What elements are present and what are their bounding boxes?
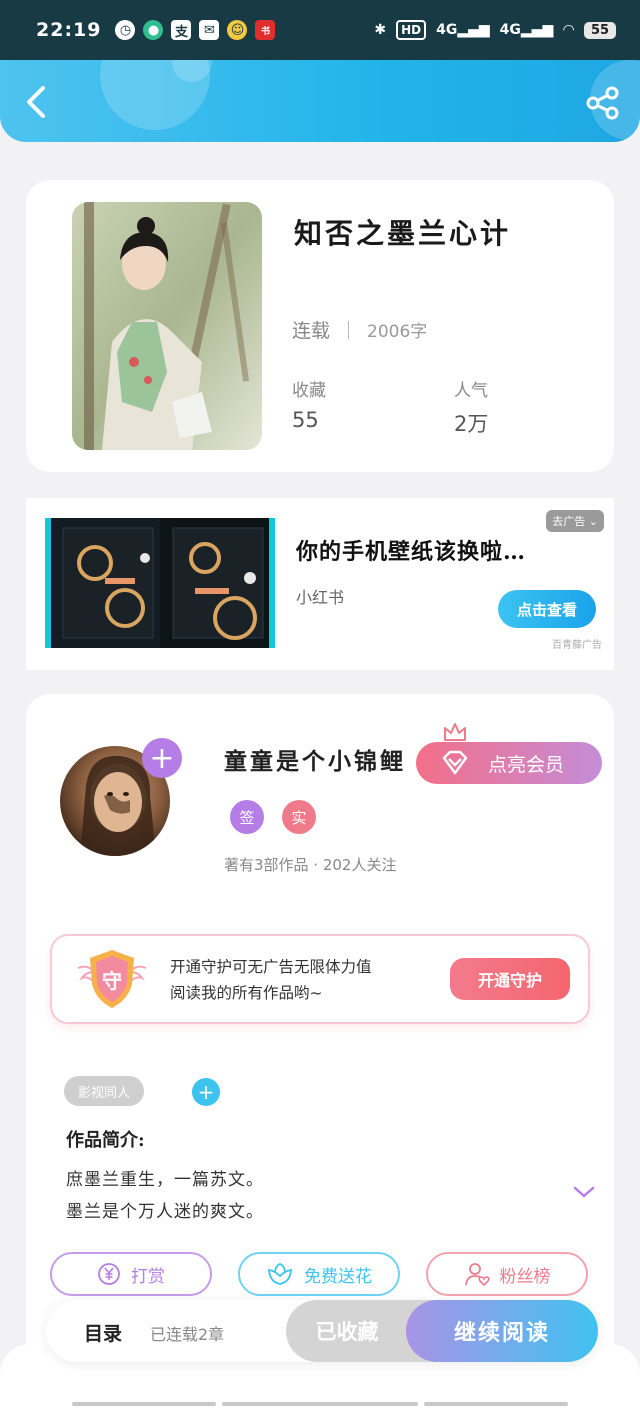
hd-icon: HD (396, 20, 427, 40)
clock-icon: ◷ (115, 20, 136, 40)
plus-icon: + (149, 740, 175, 776)
toc-button[interactable]: 目录 (84, 1319, 122, 1346)
bottom-action-bar: 目录 已连载2章 已收藏 继续阅读 (46, 1300, 598, 1362)
popularity-value: 2万 (454, 412, 489, 436)
back-arrow-icon (27, 86, 45, 118)
book-status-row: 连载 2006字 (292, 316, 427, 343)
ad-provider: 百青藤广告 (552, 640, 602, 651)
battery-icon: 55 (584, 21, 616, 39)
intro-heading: 作品简介: (66, 1130, 145, 1151)
face-icon: ☺ (227, 20, 248, 40)
ad-title[interactable]: 你的手机壁纸该换啦… (296, 534, 526, 566)
open-guard-button[interactable]: 开通守护 (450, 958, 570, 1000)
author-stats: 著有3部作品 · 202人关注 (224, 856, 397, 874)
chat-icon: ● (143, 20, 164, 40)
back-button[interactable] (18, 82, 54, 122)
ad-image-art (45, 518, 275, 648)
bluetooth-icon: ✱ (374, 22, 387, 38)
continue-reading-button[interactable]: 继续阅读 (406, 1300, 598, 1362)
status-time: 22:19 (36, 19, 102, 41)
guard-emblem-icon: 守 (77, 950, 147, 1008)
expand-chevron-icon[interactable] (572, 1184, 596, 1200)
genre-tag[interactable]: 影视同人 (64, 1076, 145, 1106)
book-cover[interactable] (72, 202, 262, 450)
alipay-icon: 支 (171, 20, 192, 40)
yen-coin-icon (98, 1263, 120, 1285)
share-button[interactable] (586, 86, 620, 120)
status-right: ✱ HD 4G▂▄▆ 4G▂▄▆ ◠ 55 (374, 20, 616, 40)
signal-1-icon: 4G▂▄▆ (436, 22, 490, 38)
tip-button[interactable]: 打赏 (50, 1252, 212, 1296)
free-flower-button[interactable]: 免费送花 (238, 1252, 400, 1296)
nav-indicator (72, 1402, 216, 1406)
nav-indicator (424, 1402, 568, 1406)
intro-text: 庶墨兰重生，一篇苏文。 墨兰是个万人迷的爽文。 (66, 1170, 264, 1222)
xiaohongshu-icon: 书 (255, 20, 276, 40)
chevron-down-icon: ⌄ (588, 515, 598, 528)
cover-image (72, 202, 262, 450)
user-heart-icon (464, 1263, 490, 1287)
signed-badge: 签 (230, 800, 264, 834)
flower-icon (268, 1263, 292, 1285)
ad-image[interactable] (45, 518, 275, 648)
serial-status: 连载 (292, 320, 331, 342)
author-name[interactable]: 童童是个小锦鲤 (224, 742, 406, 776)
mail-icon: ✉ (199, 20, 220, 40)
book-info-card: 知否之墨兰心计 连载 2006字 收藏 55 人气 2万 (26, 180, 614, 472)
ad-source: 小红书 (296, 588, 345, 607)
header (0, 60, 640, 142)
status-bar: 22:19 ◷ ● 支 ✉ ☺ 书 ✱ HD 4G▂▄▆ 4G▂▄▆ ◠ 55 (0, 0, 640, 60)
notification-icons: ◷ ● 支 ✉ ☺ 书 (115, 20, 276, 40)
guard-description: 开通守护可无广告无限体力值 阅读我的所有作品哟~ (170, 958, 372, 1002)
plus-icon: + (197, 1080, 215, 1104)
share-icon (586, 86, 619, 120)
word-count: 2006字 (367, 322, 428, 342)
signal-2-icon: 4G▂▄▆ (499, 22, 554, 38)
chapter-count[interactable]: 已连载2章 (150, 1321, 224, 1345)
ad-cta-button[interactable]: 点击查看 (498, 590, 596, 628)
book-title: 知否之墨兰心计 (294, 217, 512, 250)
guard-promo: 守 开通守护可无广告无限体力值 阅读我的所有作品哟~ 开通守护 (50, 934, 590, 1024)
svg-text:守: 守 (102, 969, 122, 993)
wifi-icon: ◠ (563, 22, 574, 38)
favorites-value: 55 (292, 408, 319, 432)
follow-author-button[interactable]: + (142, 738, 182, 778)
ad-banner[interactable]: 你的手机壁纸该换啦… 小红书 去广告 ⌄ 点击查看 百青藤广告 (26, 498, 614, 670)
divider (348, 320, 350, 339)
popularity-label: 人气 (454, 381, 488, 401)
crown-icon (444, 723, 466, 741)
activate-membership-button[interactable]: 点亮会员 (416, 742, 602, 784)
remove-ad-button[interactable]: 去广告 ⌄ (546, 510, 604, 532)
add-tag-button[interactable]: + (192, 1078, 220, 1106)
verified-badge: 实 (282, 800, 316, 834)
diamond-icon (442, 750, 468, 775)
nav-indicator (222, 1402, 418, 1406)
fans-ranking-button[interactable]: 粉丝榜 (426, 1252, 588, 1296)
favorites-label: 收藏 (292, 381, 326, 401)
